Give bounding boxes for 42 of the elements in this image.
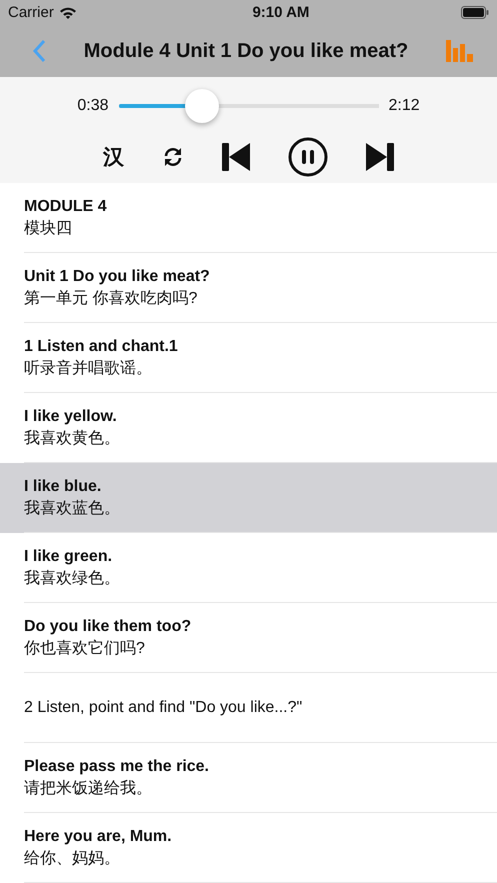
chinese-text: 模块四 xyxy=(24,218,73,239)
english-text: Here you are, Mum. xyxy=(24,827,173,847)
sentence-row[interactable]: I like green. 我喜欢绿色。 xyxy=(0,533,497,603)
repeat-icon[interactable] xyxy=(162,146,184,168)
chinese-text: 我喜欢绿色。 xyxy=(24,568,121,589)
sentence-row[interactable]: 2 Listen, point and find "Do you like...?" xyxy=(0,673,497,743)
sentence-row[interactable]: Please pass me the rice. 请把米饭递给我。 xyxy=(0,743,497,813)
english-text: 1 Listen and chant.1 xyxy=(24,337,179,357)
nav-title: Module 4 Unit 1 Do you like meat? xyxy=(82,40,410,62)
section-heading: 2 Listen, point and find "Do you like...?" xyxy=(24,698,304,718)
wifi-icon xyxy=(58,6,77,19)
english-text: Please pass me the rice. xyxy=(24,757,210,777)
english-text: I like yellow. xyxy=(24,407,118,427)
chinese-text: 你也喜欢它们吗? xyxy=(24,638,146,659)
sentence-row[interactable]: I like blue. 我喜欢蓝色。 xyxy=(0,463,497,533)
chinese-text: 我喜欢黄色。 xyxy=(24,428,121,449)
chinese-text: 请把米饭递给我。 xyxy=(24,778,153,799)
previous-icon[interactable] xyxy=(222,143,250,171)
total-time: 2:12 xyxy=(388,97,420,115)
english-text: Unit 1 Do you like meat? xyxy=(24,267,211,287)
translation-button[interactable]: 汉 xyxy=(103,143,124,171)
sentence-row[interactable]: MODULE 4 模块四 xyxy=(0,183,497,253)
sentence-row[interactable]: Unit 1 Do you like meat? 第一单元 你喜欢吃肉吗? xyxy=(0,253,497,323)
elapsed-time: 0:38 xyxy=(77,97,108,115)
sentence-row[interactable]: Here you are, Mum. 给你、妈妈。 xyxy=(0,813,497,883)
pause-icon[interactable] xyxy=(288,137,328,177)
battery-icon xyxy=(461,6,489,19)
slider-thumb[interactable] xyxy=(184,89,219,123)
chinese-text: 给你、妈妈。 xyxy=(24,849,121,869)
next-icon[interactable] xyxy=(366,143,394,171)
english-text: MODULE 4 xyxy=(24,197,108,217)
sentence-row[interactable]: 1 Listen and chant.1 听录音并唱歌谣。 xyxy=(0,323,497,393)
english-text: I like blue. xyxy=(24,477,102,497)
carrier-label: Carrier xyxy=(8,4,54,21)
clock-time: 9:10 AM xyxy=(252,4,310,21)
english-text: Do you like them too? xyxy=(24,617,192,637)
english-text: I like green. xyxy=(24,547,114,567)
sentence-row[interactable]: Do you like them too? 你也喜欢它们吗? xyxy=(0,603,497,673)
chinese-text: 听录音并唱歌谣。 xyxy=(24,358,153,379)
sentence-row[interactable]: I like yellow. 我喜欢黄色。 xyxy=(0,393,497,463)
chinese-text: 第一单元 你喜欢吃肉吗? xyxy=(24,288,198,309)
chinese-text: 我喜欢蓝色。 xyxy=(24,498,121,519)
